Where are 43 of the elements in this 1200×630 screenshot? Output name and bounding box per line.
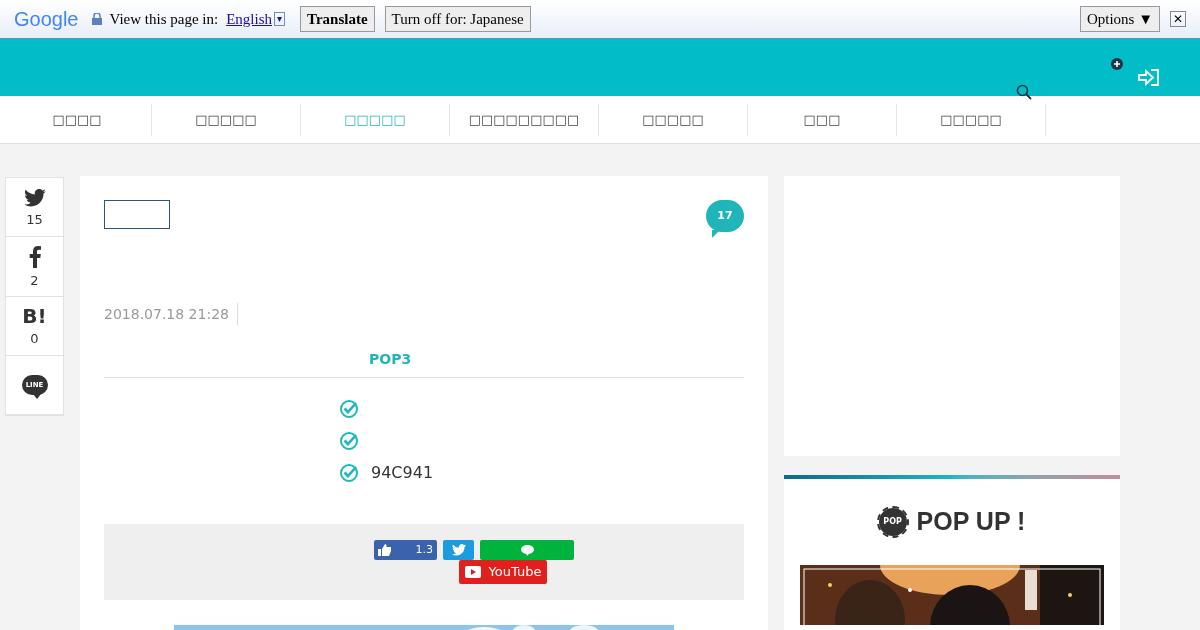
checklist-text: 94C941 [371, 462, 434, 484]
check-circle-icon [339, 399, 359, 419]
nav-link[interactable]: □□□ [803, 109, 841, 130]
nav-link[interactable]: □□□□□ [195, 109, 257, 130]
google-logo: Google [14, 7, 79, 32]
thumbs-up-icon [378, 544, 392, 556]
section-title: POP3 [369, 351, 412, 367]
play-icon [464, 566, 481, 578]
hatena-icon: B! [22, 306, 47, 327]
speech-bubble-icon [520, 544, 534, 556]
facebook-icon [28, 245, 41, 268]
turn-off-button[interactable]: Turn off for: Japanese [384, 5, 531, 33]
nav-link[interactable]: □□□□ [52, 109, 102, 130]
lock-icon [91, 13, 102, 25]
pop-badge-icon: POP [878, 508, 907, 536]
options-button[interactable]: Options ▼ [1079, 5, 1160, 33]
youtube-button[interactable]: YouTube [458, 560, 548, 584]
language-link[interactable]: English [226, 7, 272, 31]
translate-button[interactable]: Translate [300, 5, 375, 33]
share-count: 15 [26, 212, 43, 226]
tweet-button[interactable] [443, 540, 474, 560]
share-count: 0 [30, 332, 39, 346]
category-tag[interactable] [104, 200, 170, 229]
bird-icon [23, 188, 46, 207]
share-count: 2 [30, 273, 39, 287]
plus-circle-icon[interactable] [1111, 58, 1123, 70]
share-tile[interactable]: 2 [6, 237, 63, 297]
language-dropdown[interactable]: ▾ [274, 12, 285, 26]
check-circle-icon [339, 463, 359, 483]
popup-title: POP UP ! [916, 506, 1026, 538]
like-button[interactable]: 1.3 [374, 540, 437, 560]
check-circle-icon [339, 431, 359, 451]
share-tile[interactable]: 15 [6, 178, 63, 238]
nav-link[interactable]: □□□□□□□□□ [468, 109, 580, 130]
post-date: 2018.07.18 21:28 [104, 303, 238, 325]
nav-link[interactable]: □□□□□ [940, 109, 1002, 130]
search-icon[interactable] [1016, 84, 1032, 100]
close-button[interactable]: ✕ [1170, 11, 1186, 27]
prompt-text: View this page in: [109, 9, 219, 29]
share-tile[interactable]: B! 0 [6, 296, 63, 356]
line-share-button[interactable] [480, 540, 574, 560]
nav-link[interactable]: □□□□□ [642, 109, 704, 130]
bird-icon [451, 544, 466, 556]
